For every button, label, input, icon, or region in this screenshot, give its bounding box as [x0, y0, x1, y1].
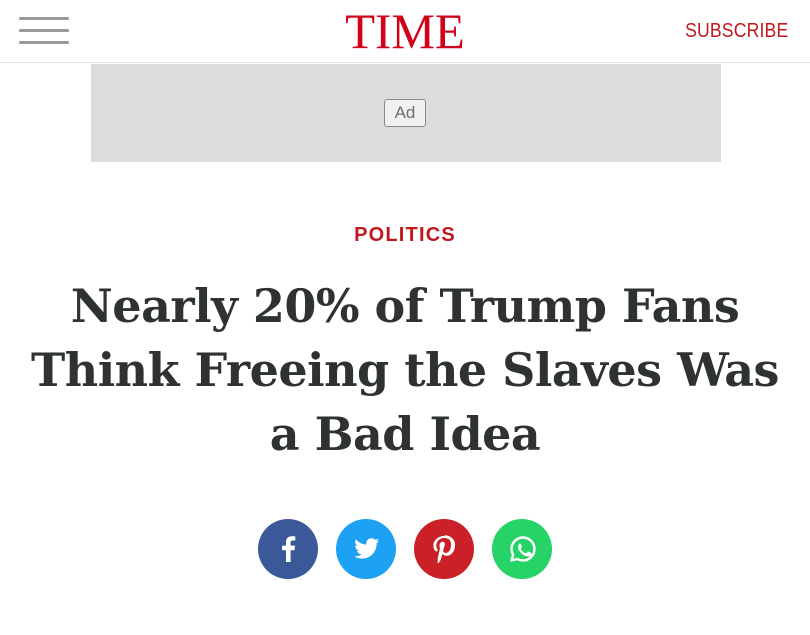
facebook-share-button[interactable] — [258, 519, 318, 579]
subscribe-link[interactable]: SUBSCRIBE — [685, 19, 788, 43]
section-label[interactable]: POLITICS — [0, 223, 810, 247]
site-header: TIME SUBSCRIBE — [0, 0, 810, 63]
ad-badge: Ad — [384, 99, 426, 127]
share-buttons — [0, 519, 810, 579]
whatsapp-share-button[interactable] — [492, 519, 552, 579]
time-logo[interactable]: TIME — [8, 4, 802, 58]
whatsapp-icon — [510, 536, 536, 562]
twitter-share-button[interactable] — [336, 519, 396, 579]
pinterest-share-button[interactable] — [414, 519, 474, 579]
article-headline: Nearly 20% of Trump Fans Think Freeing t… — [31, 279, 779, 461]
facebook-icon — [282, 536, 296, 562]
twitter-icon — [354, 538, 379, 559]
pinterest-icon — [433, 535, 456, 564]
